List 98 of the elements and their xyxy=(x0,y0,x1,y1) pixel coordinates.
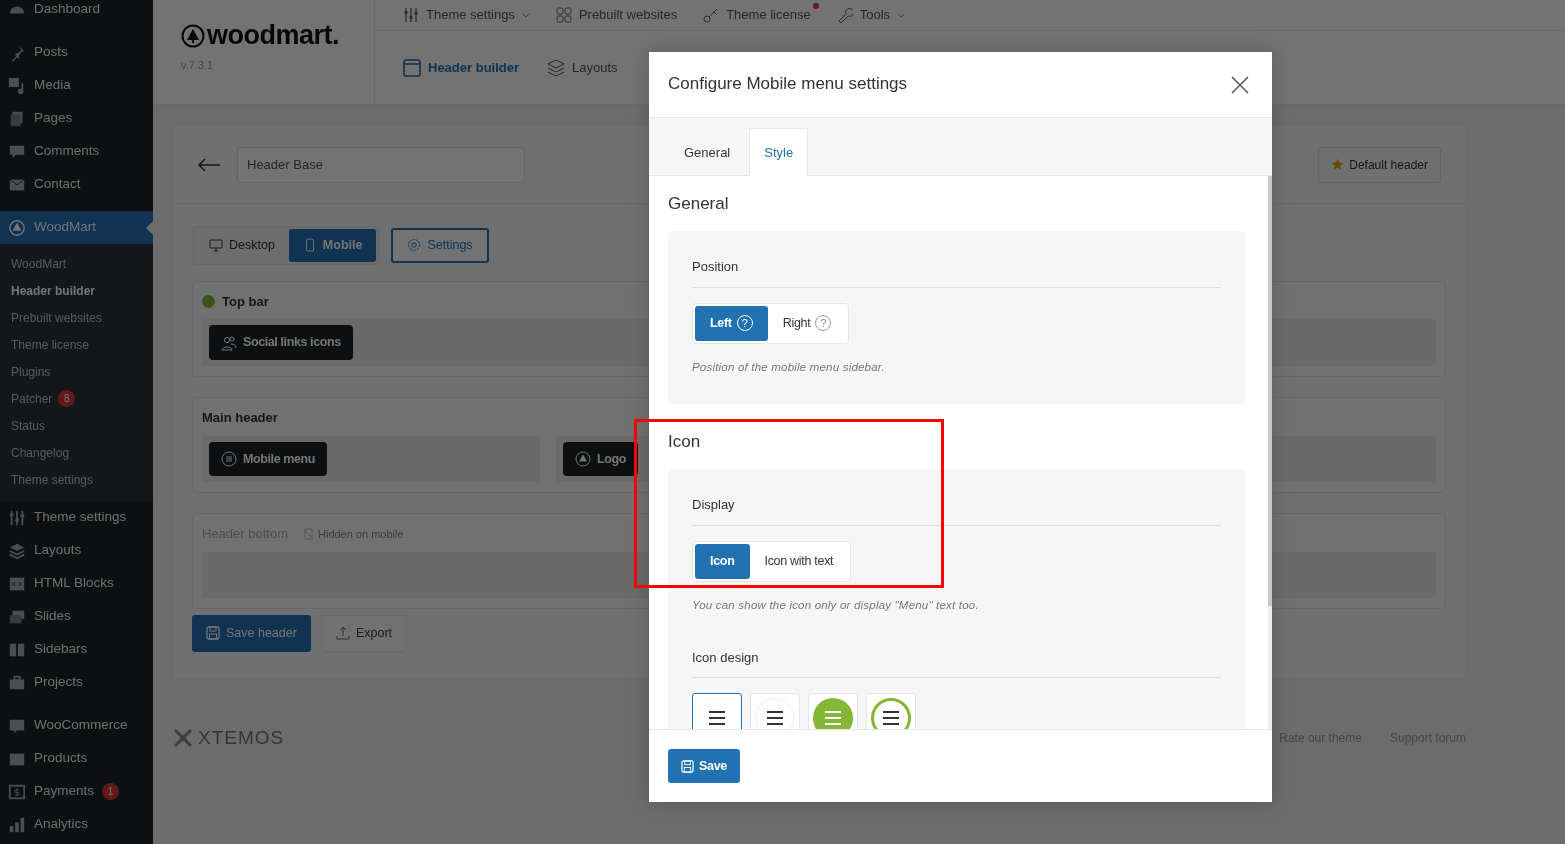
hint-text: You can show the icon only or display "Menu" text too. xyxy=(692,597,980,613)
section-title: General xyxy=(668,194,730,215)
back-button[interactable] xyxy=(197,157,221,172)
bar-chart-icon xyxy=(8,815,26,834)
nav-link[interactable]: Tools xyxy=(836,5,906,25)
settings-button[interactable]: Settings xyxy=(391,228,489,263)
grid-icon xyxy=(555,7,572,23)
sidebar-item[interactable]: Sidebars xyxy=(0,633,153,666)
option-button[interactable]: Icon with text xyxy=(749,543,849,579)
brand-logo: XTEMOS xyxy=(172,724,285,753)
save-header-button[interactable]: Save header xyxy=(192,614,311,652)
wrench-icon xyxy=(836,7,853,23)
dialog-tab[interactable]: Style xyxy=(749,127,809,176)
sidebar-item[interactable]: Products xyxy=(0,742,153,775)
submenu-item[interactable]: Plugins xyxy=(0,358,153,385)
people-icon xyxy=(221,334,237,351)
header-element[interactable]: Mobile menu xyxy=(209,441,327,477)
row-title: Main header xyxy=(202,409,278,427)
submenu-item[interactable]: Theme settings xyxy=(0,466,153,493)
field-label: Position xyxy=(692,257,1221,288)
sidebar-item[interactable]: Pages xyxy=(0,102,153,135)
logo-text: woodmart. xyxy=(207,22,339,49)
option-button[interactable]: Icon xyxy=(695,543,750,579)
device-tab[interactable]: Mobile xyxy=(288,229,377,262)
device-tab[interactable]: Desktop xyxy=(195,229,289,262)
floppy-icon xyxy=(206,626,220,641)
dialog-tab[interactable]: General xyxy=(669,127,746,176)
briefcase-icon xyxy=(8,673,26,692)
key-icon xyxy=(703,7,720,23)
count-badge: 8 xyxy=(58,390,76,407)
icon-design-option[interactable] xyxy=(692,693,742,729)
sidebar-item[interactable]: Media xyxy=(0,69,153,102)
submenu-item[interactable]: Patcher 8 xyxy=(0,385,153,412)
x-mark-icon xyxy=(172,727,194,750)
layers-icon xyxy=(547,58,566,77)
window-icon xyxy=(403,58,421,77)
name-field[interactable]: Header Base xyxy=(237,146,525,183)
sidebar-item[interactable]: Contact xyxy=(0,168,153,201)
sidebar-item[interactable]: Dashboard xyxy=(0,0,153,26)
option-button[interactable]: Left ? xyxy=(695,305,768,341)
settings-icon xyxy=(407,238,422,253)
sidebar-item[interactable]: Theme settings xyxy=(0,501,153,534)
layers-icon xyxy=(8,541,26,560)
submenu-item[interactable]: Status xyxy=(0,412,153,439)
sidebar-item[interactable]: WoodMart xyxy=(0,211,153,244)
nav-link[interactable]: Prebuilt websites xyxy=(555,5,678,25)
sidebar-item[interactable]: Projects xyxy=(0,666,153,699)
nav-link[interactable]: Theme license xyxy=(703,5,811,25)
floppy-icon xyxy=(681,759,694,773)
hint-text: Position of the mobile menu sidebar. xyxy=(692,359,886,375)
default-header-button[interactable]: Default header xyxy=(1318,146,1441,183)
sidebar-item[interactable]: Comments xyxy=(0,135,153,168)
row-title: Top bar xyxy=(222,292,269,311)
menu-circle-icon xyxy=(221,450,237,467)
save-button[interactable]: Save xyxy=(668,748,740,784)
submenu-item[interactable]: Changelog xyxy=(0,439,153,466)
sidebar-item[interactable]: Slides xyxy=(0,600,153,633)
submenu-item[interactable]: Header builder xyxy=(0,277,153,304)
dollar-icon xyxy=(8,782,26,801)
nav-link[interactable]: Theme settings xyxy=(403,5,530,25)
sidebar-item[interactable]: Analytics xyxy=(0,808,153,841)
scrollbar[interactable] xyxy=(1268,176,1272,729)
tree-logo-icon xyxy=(8,218,26,237)
caret-icon xyxy=(521,12,530,18)
upload-icon xyxy=(335,626,350,641)
sidebar-item[interactable]: Payments 1 xyxy=(0,775,153,808)
tree-logo-icon xyxy=(575,450,591,467)
tree-logo-icon xyxy=(181,23,205,48)
sidebar-item[interactable]: HTML Blocks xyxy=(0,567,153,600)
export-button[interactable]: Export xyxy=(320,614,408,652)
hamburger-icon xyxy=(813,698,853,729)
back-arrow-icon xyxy=(197,157,221,172)
submenu-item[interactable]: Theme license xyxy=(0,331,153,358)
header-element[interactable]: Logo xyxy=(563,441,638,477)
field-label: Icon design xyxy=(692,647,1221,679)
star-icon xyxy=(1331,158,1345,171)
sliders-icon xyxy=(8,508,26,527)
hamburger-icon xyxy=(871,698,911,729)
option-button[interactable]: Right ? xyxy=(767,305,847,341)
section-title: Icon xyxy=(668,431,702,453)
nav-tab[interactable]: Layouts xyxy=(547,57,618,78)
header-element[interactable]: Social links icons xyxy=(209,325,353,360)
submenu-item[interactable]: Prebuilt websites xyxy=(0,304,153,331)
sliders-icon xyxy=(403,7,419,23)
caret-icon xyxy=(897,12,906,18)
submenu-item[interactable]: WoodMart xyxy=(0,250,153,277)
count-badge: 1 xyxy=(102,783,120,800)
media-icon xyxy=(8,76,26,95)
monitor-icon xyxy=(209,238,223,253)
phone-off-icon xyxy=(303,528,314,540)
close-icon xyxy=(1231,75,1249,94)
sidebar-item[interactable]: WooCommerce xyxy=(0,709,153,742)
sidebar-item[interactable]: Posts xyxy=(0,36,153,69)
nav-tab[interactable]: Header builder xyxy=(403,57,520,78)
dialog-title: Configure Mobile menu settings xyxy=(668,74,908,95)
hamburger-icon xyxy=(708,711,726,726)
field-label: Display xyxy=(692,495,1221,526)
sidebar-item[interactable]: Layouts xyxy=(0,534,153,567)
